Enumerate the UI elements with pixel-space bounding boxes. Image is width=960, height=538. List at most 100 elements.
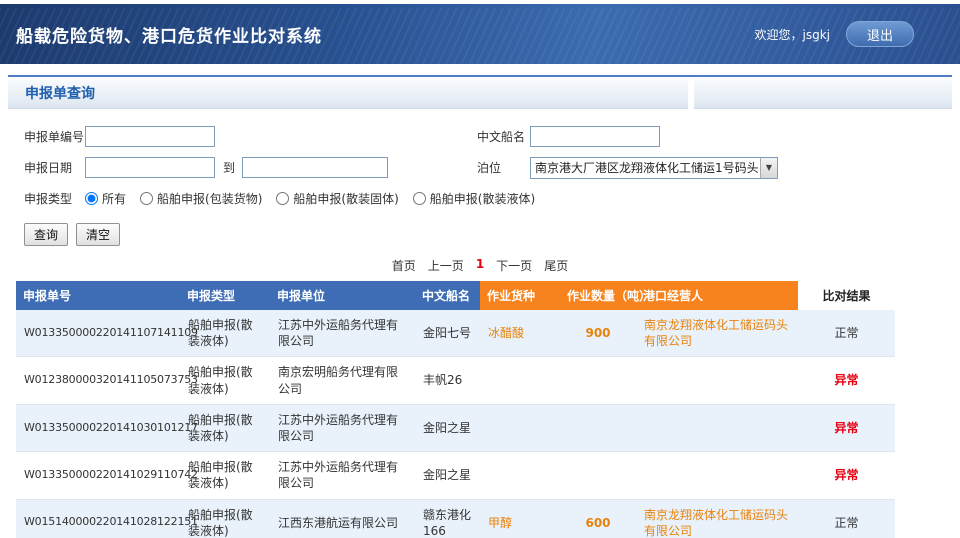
radio-all-label: 所有 (102, 190, 126, 207)
table-row: W012380000320141105073753船舶申报(散装液体)南京宏明船… (16, 357, 895, 404)
cell-no: W013350000220141029110742 (16, 452, 180, 499)
radio-packaged-goods-input[interactable] (140, 192, 153, 205)
radio-bulk-liquid-label: 船舶申报(散装液体) (430, 190, 535, 207)
cell-qty (560, 357, 636, 404)
cell-type: 船舶申报(散装液体) (180, 310, 270, 357)
cell-company: 江苏中外运船务代理有限公司 (270, 452, 415, 499)
cell-cargo (480, 357, 560, 404)
form-group-berth: 泊位 南京港大厂港区龙翔液体化工储运1号码头 ▼ (477, 157, 778, 179)
ship-name-label: 中文船名 (477, 128, 530, 145)
form-row-2: 申报日期 到 泊位 南京港大厂港区龙翔液体化工储运1号码头 ▼ (24, 152, 960, 183)
radio-bulk-solid-label: 船舶申报(散装固体) (293, 190, 398, 207)
results-table: 申报单号 申报类型 申报单位 中文船名 作业货种 作业数量（吨） 港口经营人 比… (16, 281, 895, 538)
cell-no: W012380000320141105073753 (16, 357, 180, 404)
berth-label: 泊位 (477, 159, 530, 176)
cell-no: W015140000220141028122151 (16, 499, 180, 538)
form-row-1: 申报单编号 中文船名 (24, 121, 960, 152)
cell-cargo: 冰醋酸 (480, 310, 560, 357)
pagination-next[interactable]: 下一页 (496, 257, 532, 274)
cell-qty: 900 (560, 310, 636, 357)
section-side-bar (694, 77, 952, 109)
col-header-compare-result: 比对结果 (798, 281, 895, 310)
cell-result: 正常 (798, 310, 895, 357)
app-header: 船载危险货物、港口危货作业比对系统 欢迎您，jsgkj 退出 (0, 4, 960, 64)
cell-company: 南京宏明船务代理有限公司 (270, 357, 415, 404)
cell-company: 江苏中外运船务代理有限公司 (270, 404, 415, 451)
cell-operator (636, 452, 798, 499)
cell-ship: 金阳七号 (415, 310, 480, 357)
cell-result: 异常 (798, 357, 895, 404)
cell-no: W013350000220141107141109 (16, 310, 180, 357)
table-row: W013350000220141107141109船舶申报(散装液体)江苏中外运… (16, 310, 895, 357)
welcome-text: 欢迎您，jsgkj (754, 26, 830, 43)
cell-cargo (480, 404, 560, 451)
page-title: 申报单查询 (8, 83, 95, 103)
cell-type: 船舶申报(散装液体) (180, 499, 270, 538)
declaration-no-label: 申报单编号 (24, 128, 85, 145)
radio-bulk-liquid[interactable]: 船舶申报(散装液体) (413, 190, 535, 207)
cell-company: 江苏中外运船务代理有限公司 (270, 310, 415, 357)
clear-button[interactable]: 清空 (76, 223, 120, 246)
logout-button[interactable]: 退出 (846, 21, 914, 47)
chevron-down-icon: ▼ (760, 158, 777, 178)
berth-select-value: 南京港大厂港区龙翔液体化工储运1号码头 (531, 159, 760, 176)
cell-qty (560, 404, 636, 451)
table-row: W015140000220141028122151船舶申报(散装液体)江西东港航… (16, 499, 895, 538)
radio-bulk-solid-input[interactable] (276, 192, 289, 205)
pagination: 首页 上一页 1 下一页 尾页 (0, 257, 960, 274)
pagination-prev[interactable]: 上一页 (428, 257, 464, 274)
cell-cargo: 甲醇 (480, 499, 560, 538)
header-right: 欢迎您，jsgkj 退出 (754, 21, 914, 47)
col-header-declare-unit: 申报单位 (270, 281, 415, 310)
page: 船载危险货物、港口危货作业比对系统 欢迎您，jsgkj 退出 申报单查询 申报单… (0, 4, 960, 538)
radio-all[interactable]: 所有 (85, 190, 126, 207)
ship-name-input[interactable] (530, 126, 660, 147)
cell-no: W013350000220141030101217 (16, 404, 180, 451)
pagination-last[interactable]: 尾页 (544, 257, 568, 274)
cell-qty: 600 (560, 499, 636, 538)
cell-cargo (480, 452, 560, 499)
radio-packaged-goods-label: 船舶申报(包装货物) (157, 190, 262, 207)
table-row: W013350000220141030101217船舶申报(散装液体)江苏中外运… (16, 404, 895, 451)
date-to-input[interactable] (242, 157, 388, 178)
results-table-container: 申报单号 申报类型 申报单位 中文船名 作业货种 作业数量（吨） 港口经营人 比… (16, 281, 944, 538)
form-row-3: 申报类型 所有 船舶申报(包装货物) 船舶申报(散装固体) 船舶申报(散装液体) (24, 183, 960, 214)
query-button[interactable]: 查询 (24, 223, 68, 246)
declare-type-label: 申报类型 (24, 190, 85, 207)
cell-operator: 南京龙翔液体化工储运码头有限公司 (636, 310, 798, 357)
date-from-input[interactable] (85, 157, 215, 178)
col-header-declare-type: 申报类型 (180, 281, 270, 310)
cell-result: 正常 (798, 499, 895, 538)
cell-ship: 金阳之星 (415, 452, 480, 499)
radio-packaged-goods[interactable]: 船舶申报(包装货物) (140, 190, 262, 207)
section-main-bar: 申报单查询 (8, 77, 688, 109)
radio-bulk-solid[interactable]: 船舶申报(散装固体) (276, 190, 398, 207)
col-header-declaration-no: 申报单号 (16, 281, 180, 310)
date-to-label: 到 (223, 159, 235, 176)
declare-date-label: 申报日期 (24, 159, 85, 176)
col-header-ship-name: 中文船名 (415, 281, 480, 310)
cell-ship: 金阳之星 (415, 404, 480, 451)
pagination-first[interactable]: 首页 (392, 257, 416, 274)
cell-ship: 丰帆26 (415, 357, 480, 404)
cell-result: 异常 (798, 404, 895, 451)
cell-type: 船舶申报(散装液体) (180, 357, 270, 404)
col-header-cargo-type: 作业货种 (480, 281, 560, 310)
app-title: 船载危险货物、港口危货作业比对系统 (16, 22, 322, 47)
col-header-quantity: 作业数量（吨） (560, 281, 636, 310)
radio-all-input[interactable] (85, 192, 98, 205)
cell-operator: 南京龙翔液体化工储运码头有限公司 (636, 499, 798, 538)
cell-qty (560, 452, 636, 499)
form-group-ship-name: 中文船名 (477, 126, 660, 147)
form-buttons: 查询 清空 (0, 214, 960, 246)
cell-type: 船舶申报(散装液体) (180, 452, 270, 499)
table-body: W013350000220141107141109船舶申报(散装液体)江苏中外运… (16, 310, 895, 538)
cell-ship: 赣东港化166 (415, 499, 480, 538)
berth-select[interactable]: 南京港大厂港区龙翔液体化工储运1号码头 ▼ (530, 157, 778, 179)
section-header: 申报单查询 (8, 75, 952, 109)
col-header-port-operator: 港口经营人 (636, 281, 798, 310)
query-form: 申报单编号 中文船名 申报日期 到 泊位 南京港大厂港区龙翔液体化工储运1号码头… (0, 109, 960, 214)
cell-operator (636, 404, 798, 451)
radio-bulk-liquid-input[interactable] (413, 192, 426, 205)
declaration-no-input[interactable] (85, 126, 215, 147)
